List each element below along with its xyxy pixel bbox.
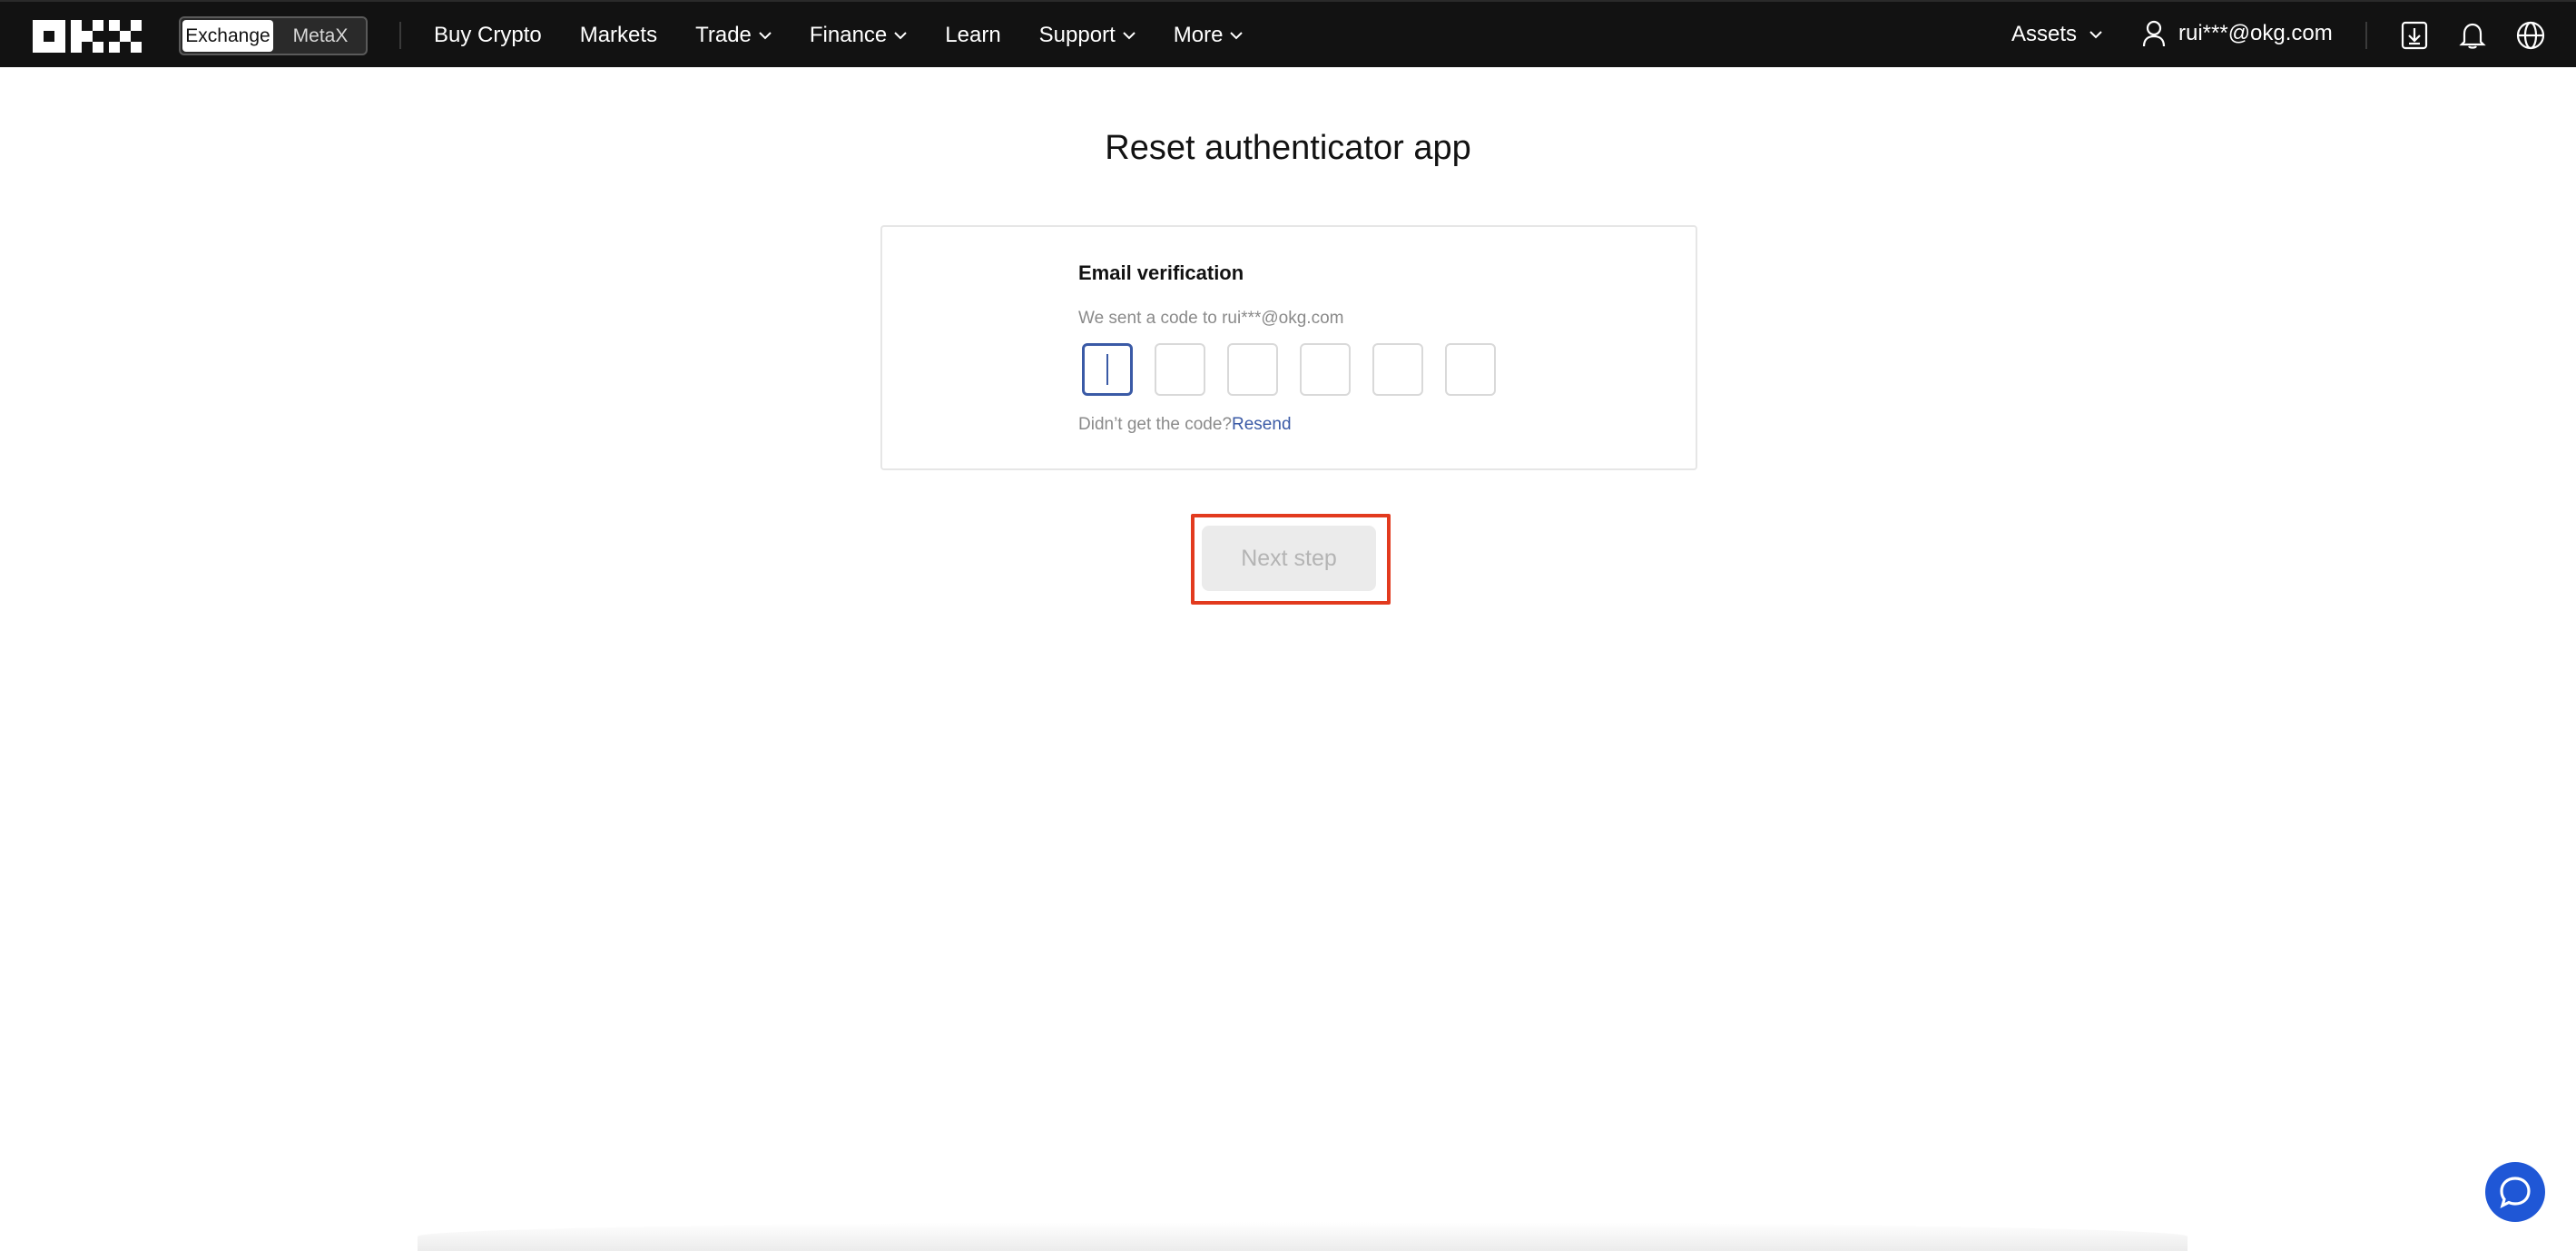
- chat-bubble-icon: [2500, 1177, 2531, 1209]
- nav-label: Trade: [695, 23, 752, 47]
- chevron-down-icon: [2089, 30, 2102, 38]
- resend-prompt: Didn’t get the code?: [1078, 415, 1233, 434]
- code-digit-1[interactable]: [1082, 343, 1133, 396]
- account-menu[interactable]: rui***@okg.com: [2142, 20, 2333, 47]
- chevron-down-icon: [894, 31, 907, 39]
- top-navigation-bar: Exchange MetaX Buy Crypto Markets Trade …: [0, 0, 2576, 67]
- bell-icon: [2459, 23, 2486, 49]
- code-digit-6[interactable]: [1445, 343, 1496, 396]
- okx-logo[interactable]: [33, 20, 142, 53]
- nav-divider: [2365, 22, 2367, 49]
- assets-menu[interactable]: Assets: [2011, 22, 2102, 47]
- language-button[interactable]: [2515, 20, 2546, 51]
- chevron-down-icon: [1123, 31, 1136, 39]
- resend-link[interactable]: Resend: [1232, 415, 1292, 434]
- nav-finance[interactable]: Finance: [810, 23, 907, 48]
- verification-code-input: [1082, 343, 1518, 396]
- card-heading: Email verification: [1078, 261, 1244, 284]
- notifications-button[interactable]: [2457, 20, 2488, 51]
- resend-line: Didn’t get the code?Resend: [1078, 415, 1292, 435]
- page-title: Reset authenticator app: [1105, 129, 1471, 167]
- nav-label: Buy Crypto: [434, 23, 542, 47]
- code-digit-4[interactable]: [1300, 343, 1351, 396]
- page: Exchange MetaX Buy Crypto Markets Trade …: [0, 0, 2576, 1251]
- nav-more[interactable]: More: [1174, 23, 1244, 48]
- nav-trade[interactable]: Trade: [695, 23, 772, 48]
- main-nav: Buy Crypto Markets Trade Finance Learn S…: [434, 2, 1281, 69]
- chevron-down-icon: [759, 31, 772, 39]
- user-icon: [2142, 20, 2166, 47]
- switcher-option-exchange[interactable]: Exchange: [182, 20, 273, 52]
- bottom-shadow: [418, 1222, 2188, 1251]
- download-icon: [2401, 21, 2428, 50]
- email-verification-card: Email verification We sent a code to rui…: [880, 225, 1697, 470]
- assets-label: Assets: [2011, 22, 2078, 46]
- code-digit-3[interactable]: [1227, 343, 1278, 396]
- code-digit-5[interactable]: [1372, 343, 1423, 396]
- nav-markets[interactable]: Markets: [580, 23, 657, 48]
- nav-support[interactable]: Support: [1039, 23, 1136, 48]
- nav-label: More: [1173, 23, 1224, 47]
- nav-divider: [399, 22, 401, 49]
- nav-label: Markets: [579, 23, 658, 47]
- nav-learn[interactable]: Learn: [945, 23, 1000, 48]
- nav-label: Support: [1038, 23, 1116, 47]
- nav-label: Learn: [945, 23, 1001, 47]
- code-sent-text: We sent a code to rui***@okg.com: [1078, 309, 1344, 328]
- globe-icon: [2516, 21, 2545, 50]
- account-email: rui***@okg.com: [2178, 21, 2333, 45]
- nav-buy-crypto[interactable]: Buy Crypto: [434, 23, 542, 48]
- code-digit-2[interactable]: [1155, 343, 1205, 396]
- next-step-button[interactable]: Next step: [1202, 526, 1376, 591]
- chevron-down-icon: [1230, 31, 1244, 39]
- download-button[interactable]: [2399, 20, 2430, 51]
- support-chat-button[interactable]: [2485, 1162, 2545, 1222]
- exchange-metax-switcher: Exchange MetaX: [179, 16, 368, 55]
- nav-label: Finance: [809, 23, 888, 47]
- switcher-option-metax[interactable]: MetaX: [275, 18, 366, 54]
- text-caret: [1106, 354, 1108, 385]
